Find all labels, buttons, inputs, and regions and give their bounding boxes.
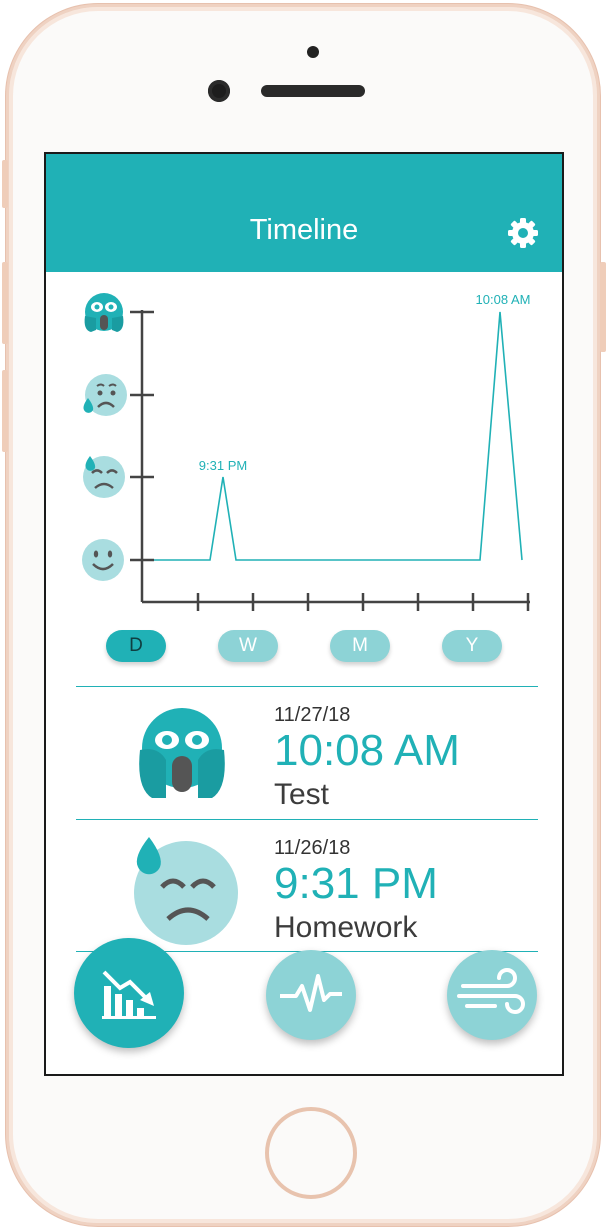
nav-heartbeat-button[interactable] bbox=[266, 950, 356, 1040]
volume-down-button bbox=[2, 370, 8, 452]
mood-series-line bbox=[154, 311, 523, 561]
mood-timeline-chart: 9:31 PM 10:08 AM bbox=[82, 292, 531, 611]
entry-label: Homework bbox=[274, 911, 418, 944]
power-button bbox=[600, 262, 606, 352]
earpiece-speaker bbox=[261, 85, 365, 97]
mute-switch bbox=[2, 160, 8, 208]
list-item[interactable]: 11/27/18 10:08 AM Test bbox=[46, 694, 562, 824]
gear-icon[interactable] bbox=[506, 216, 540, 250]
peak-label-1: 9:31 PM bbox=[199, 458, 247, 473]
entry-label: Test bbox=[274, 778, 330, 811]
page-title: Timeline bbox=[249, 214, 359, 246]
nav-breathing-button[interactable] bbox=[447, 950, 537, 1040]
downcast-sweat-face-icon bbox=[83, 456, 125, 498]
divider bbox=[76, 686, 538, 687]
entry-date: 11/27/18 bbox=[274, 704, 351, 726]
screaming-face-icon bbox=[139, 708, 225, 798]
range-tab-week[interactable]: W bbox=[218, 630, 278, 662]
nav-timeline-button[interactable] bbox=[74, 938, 184, 1048]
top-bar: Timeline bbox=[46, 154, 562, 272]
screaming-face-icon bbox=[84, 293, 124, 332]
range-tab-day[interactable]: D bbox=[106, 630, 166, 662]
entry-time: 10:08 AM bbox=[274, 726, 460, 775]
range-tab-year[interactable]: Y bbox=[442, 630, 502, 662]
downcast-sweat-face-icon bbox=[134, 837, 238, 945]
entry-time: 9:31 PM bbox=[274, 859, 438, 908]
volume-up-button bbox=[2, 262, 8, 344]
range-tab-month[interactable]: M bbox=[330, 630, 390, 662]
front-camera bbox=[208, 80, 230, 102]
app-screen: Timeline 9:31 PM 10:08 AM D W M Y 11/27/… bbox=[44, 152, 564, 1076]
timeline-chart-icon bbox=[102, 970, 156, 1019]
wind-icon bbox=[457, 968, 525, 1014]
chart-axes bbox=[130, 310, 530, 611]
divider bbox=[76, 819, 538, 820]
smiling-face-icon bbox=[82, 539, 124, 581]
heartbeat-icon bbox=[280, 974, 342, 1012]
home-button[interactable] bbox=[265, 1107, 357, 1199]
peak-label-2: 10:08 AM bbox=[476, 292, 531, 307]
sad-sweat-face-icon bbox=[83, 374, 127, 416]
entry-date: 11/26/18 bbox=[274, 837, 351, 859]
front-sensor bbox=[307, 46, 319, 58]
